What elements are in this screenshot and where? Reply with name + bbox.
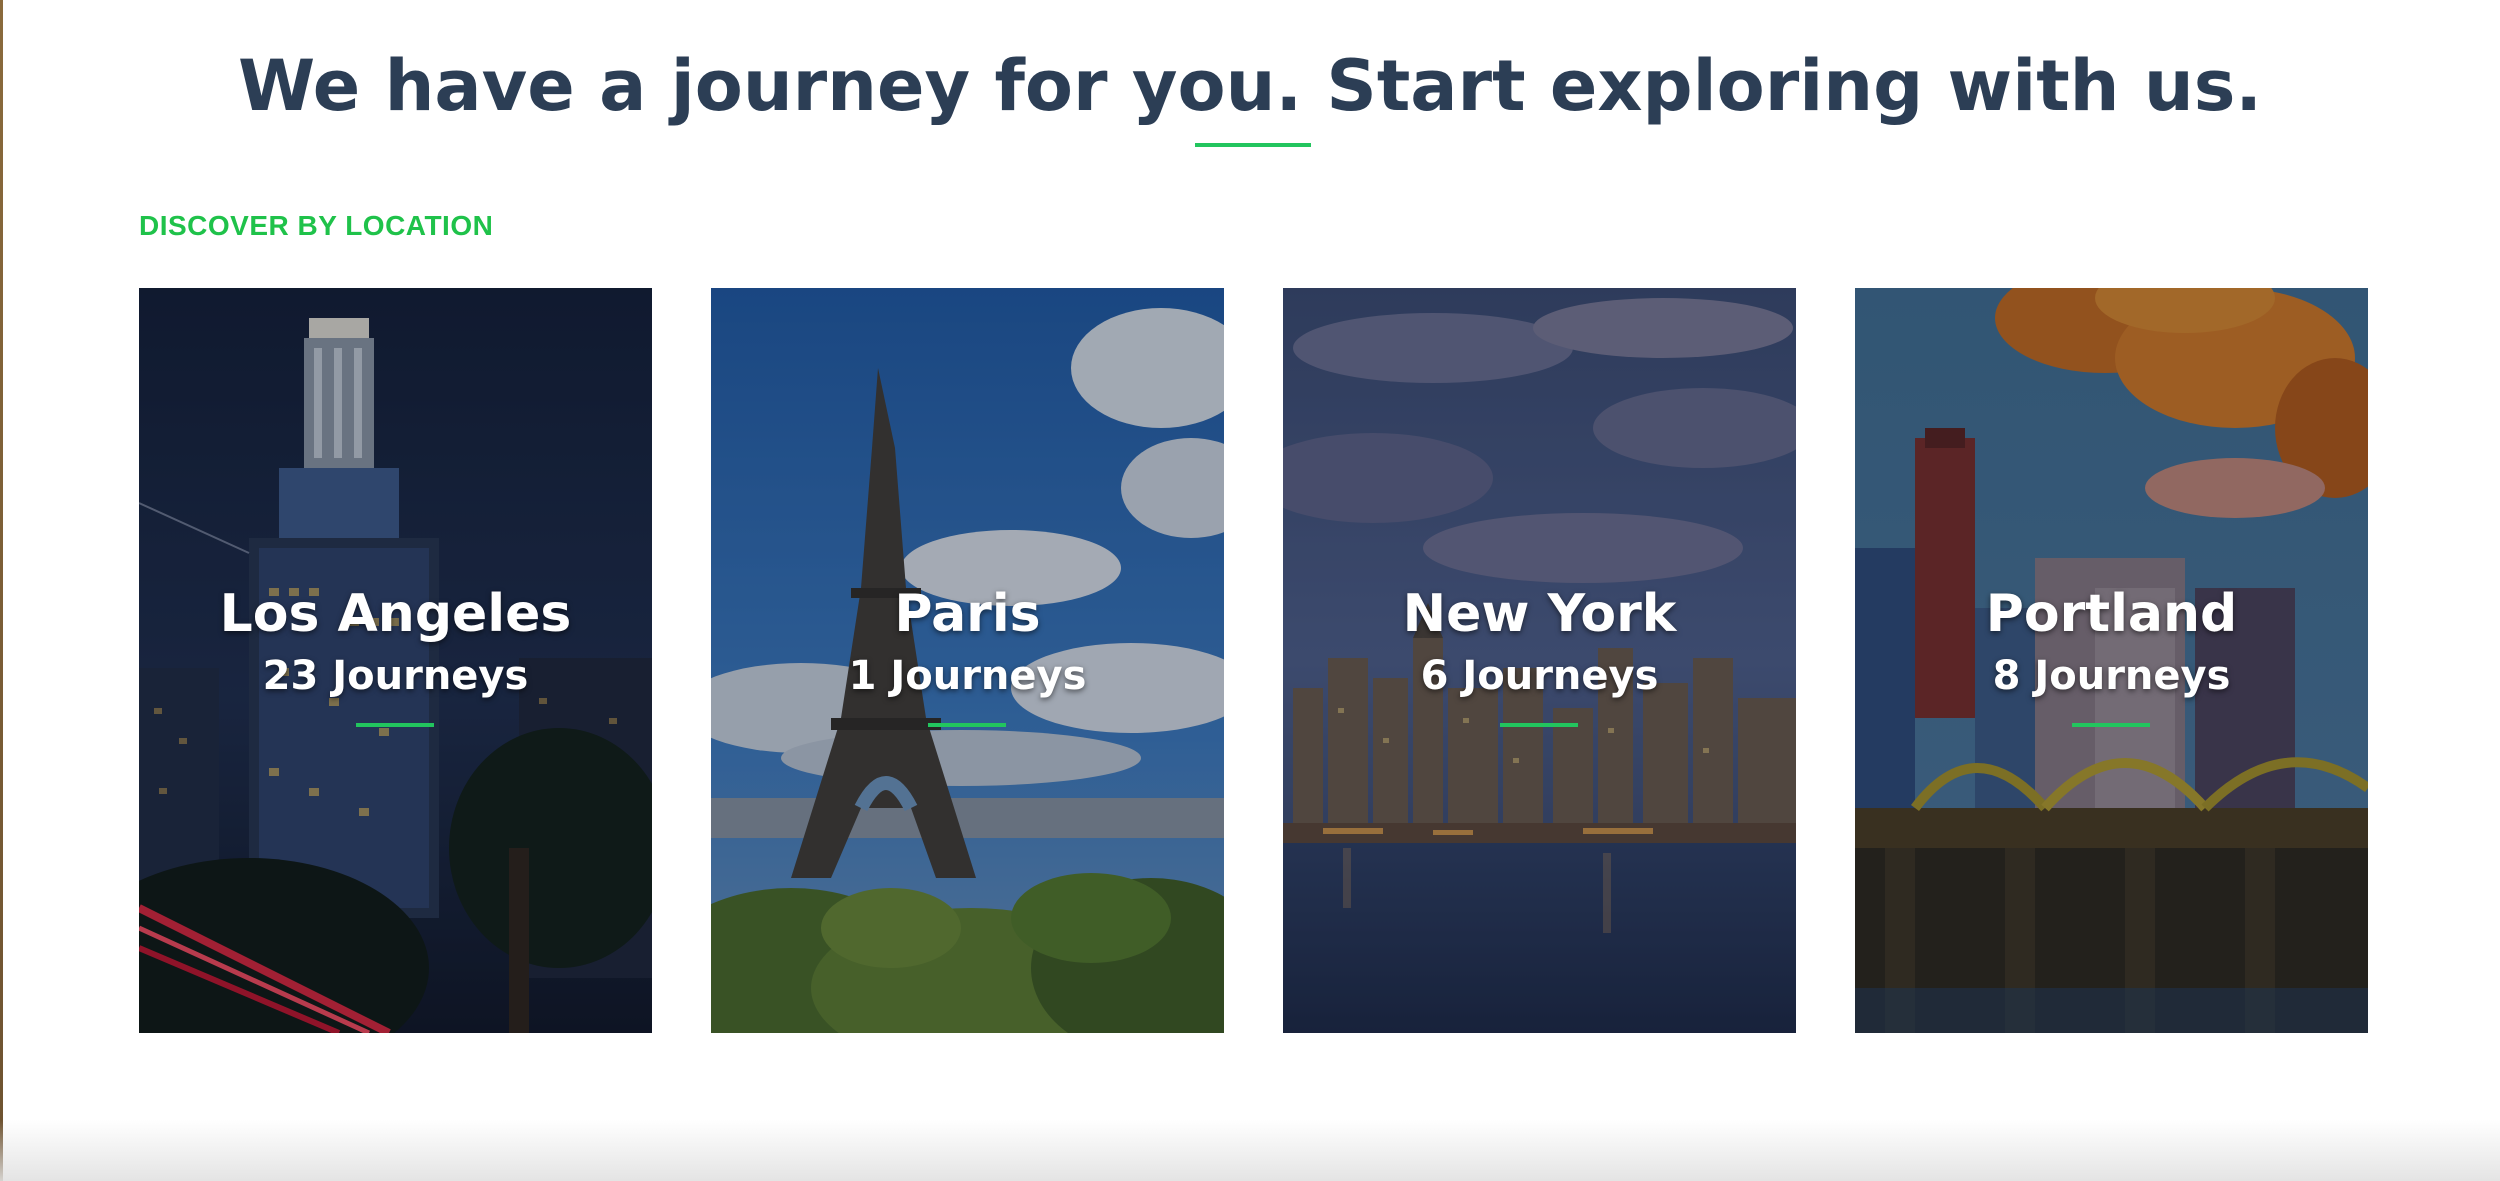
- card-city-name: Paris: [894, 584, 1041, 644]
- card-underline: [1500, 723, 1578, 727]
- location-card-los-angeles[interactable]: Los Angeles 23 Journeys: [139, 288, 652, 1033]
- card-underline: [356, 723, 434, 727]
- location-cards: Los Angeles 23 Journeys Paris 1 Journeys…: [139, 288, 2368, 1033]
- title-underline: [1195, 143, 1311, 147]
- location-card-portland[interactable]: Portland 8 Journeys: [1855, 288, 2368, 1033]
- card-journey-count: 8 Journeys: [1992, 653, 2231, 699]
- card-underline: [2072, 723, 2150, 727]
- location-card-new-york[interactable]: New York 6 Journeys: [1283, 288, 1796, 1033]
- section-label: DISCOVER BY LOCATION: [139, 210, 494, 241]
- card-city-name: Portland: [1985, 584, 2238, 644]
- window-left-edge: [0, 0, 3, 1181]
- location-card-paris[interactable]: Paris 1 Journeys: [711, 288, 1224, 1033]
- bottom-shadow: [0, 1120, 2500, 1181]
- card-journey-count: 6 Journeys: [1420, 653, 1659, 699]
- card-underline: [928, 723, 1006, 727]
- page-title: We have a journey for you. Start explori…: [238, 45, 2262, 127]
- card-journey-count: 23 Journeys: [262, 653, 529, 699]
- card-journey-count: 1 Journeys: [848, 653, 1087, 699]
- card-city-name: Los Angeles: [219, 584, 572, 644]
- card-city-name: New York: [1402, 584, 1677, 644]
